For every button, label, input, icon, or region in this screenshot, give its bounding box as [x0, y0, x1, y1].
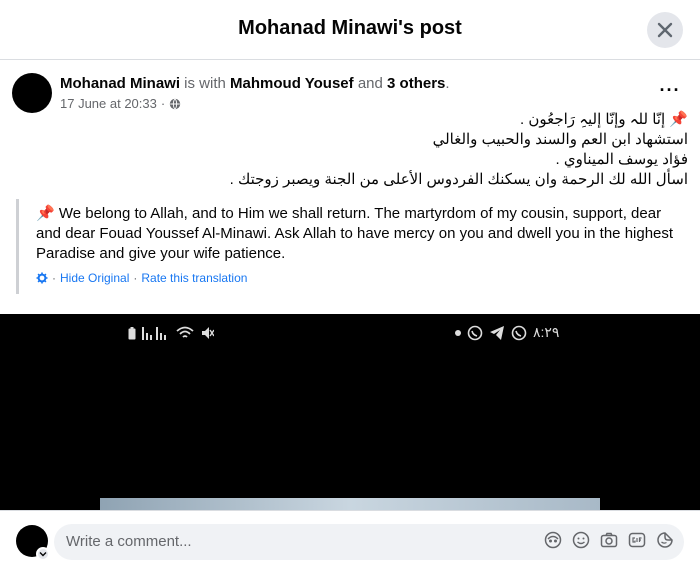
post-timestamp[interactable]: 17 June at 20:33	[60, 96, 157, 111]
post-media[interactable]: ٨:٢٩	[0, 314, 700, 510]
dialog-title: Mohanad Minawi's post	[238, 17, 462, 39]
avatar-sticker-icon[interactable]	[544, 531, 562, 549]
and-text: and	[357, 75, 383, 92]
close-button[interactable]	[647, 12, 683, 48]
gear-icon	[36, 272, 48, 284]
comment-input[interactable]: Write a comment...	[54, 524, 684, 560]
mute-icon	[202, 327, 214, 339]
emoji-icon[interactable]	[572, 531, 590, 549]
telegram-icon	[490, 325, 504, 340]
rate-translation-link[interactable]: Rate this translation	[141, 271, 247, 285]
translation-text: 📌 We belong to Allah, and to Him we shal…	[36, 205, 674, 262]
author-name-link[interactable]: Mohanad Minawi	[60, 75, 180, 92]
arabic-line: استشهاد ابن العم والسند والحبيب والغالي	[432, 131, 688, 148]
signal-icon	[142, 326, 166, 340]
post-original-text: 📌 إنّا للہ وإنّا إليہِ رَاجعُون . استشها…	[128, 110, 688, 190]
more-options-button[interactable]: ···	[652, 80, 688, 100]
globe-icon	[170, 97, 181, 110]
comment-placeholder: Write a comment...	[66, 533, 192, 550]
phone-status-right: ٨:٢٩	[455, 324, 559, 341]
arabic-line: اسأل الله لك الرحمة وان يسكنك الفردوس ال…	[229, 171, 688, 188]
translation-actions: · Hide Original · Rate this translation	[36, 271, 686, 285]
wifi-icon	[176, 326, 194, 338]
media-image-strip	[100, 498, 600, 510]
arabic-line: فؤاد يوسف الميناوي .	[555, 151, 688, 168]
avatar-dropdown-chevron-icon[interactable]	[36, 547, 50, 561]
meta-separator: ·	[160, 96, 166, 111]
others-link[interactable]: 3 others	[387, 75, 445, 92]
action-separator: ·	[52, 271, 56, 285]
translation-block: 📌 We belong to Allah, and to Him we shal…	[16, 199, 686, 294]
post-meta: 17 June at 20:33 ·	[60, 96, 181, 111]
close-icon	[657, 22, 673, 38]
dot-icon	[455, 329, 461, 336]
is-with-text: is with	[184, 75, 226, 92]
comment-tools	[544, 531, 674, 549]
tagged-user-link[interactable]: Mahmoud Yousef	[230, 75, 354, 92]
period-text: .	[445, 75, 450, 92]
phone-status-left	[128, 326, 214, 340]
battery-icon	[128, 326, 136, 339]
gif-icon[interactable]	[628, 531, 646, 549]
author-avatar[interactable]	[12, 73, 52, 113]
camera-icon[interactable]	[600, 531, 618, 549]
comment-bar: Write a comment...	[0, 510, 700, 577]
author-line: Mohanad Minawi is with Mahmoud Yousef an…	[60, 75, 450, 92]
action-separator: ·	[133, 271, 138, 285]
hide-original-link[interactable]: Hide Original	[60, 271, 129, 285]
whatsapp-icon	[467, 325, 483, 340]
arabic-line: 📌 إنّا للہ وإنّا إليہِ رَاجعُون .	[520, 111, 688, 128]
sticker-icon[interactable]	[656, 531, 674, 549]
dialog-header: Mohanad Minawi's post	[0, 0, 700, 60]
phone-time: ٨:٢٩	[533, 324, 560, 340]
whatsapp-icon	[511, 325, 527, 340]
